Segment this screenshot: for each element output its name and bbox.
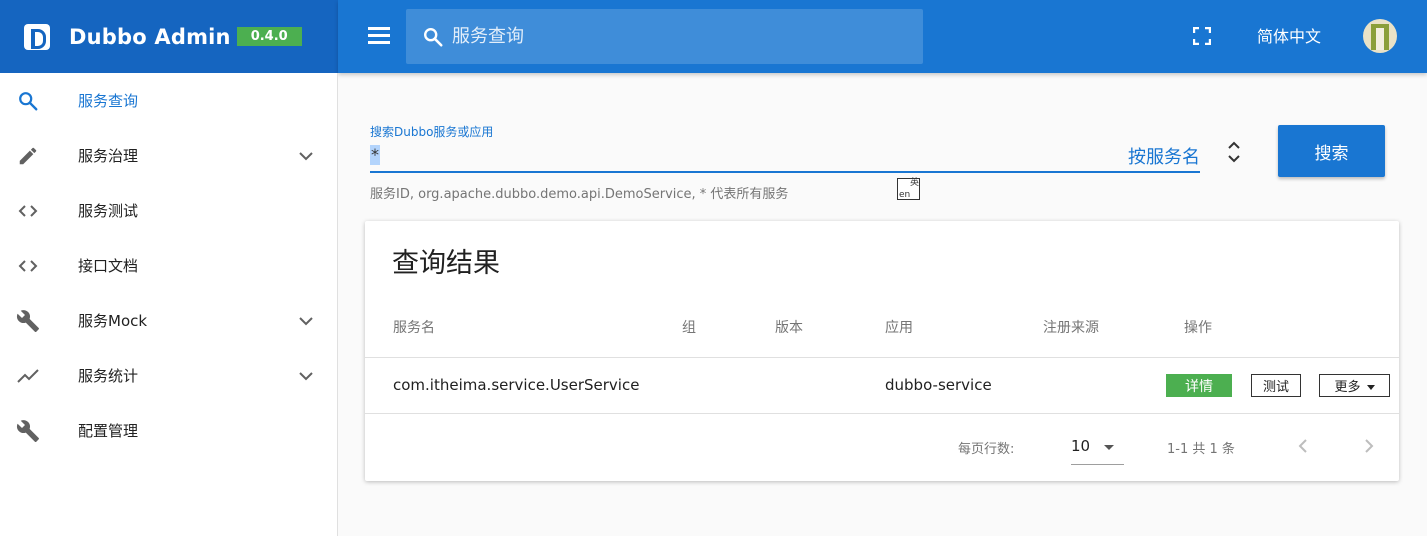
unfold-icon[interactable] bbox=[1226, 139, 1242, 165]
detail-button[interactable]: 详情 bbox=[1166, 374, 1232, 397]
code-icon bbox=[16, 199, 40, 223]
row-divider bbox=[365, 413, 1399, 414]
search-hint: 服务ID, org.apache.dubbo.demo.api.DemoServ… bbox=[370, 187, 789, 202]
column-header-registry-source[interactable]: 注册来源 bbox=[1043, 317, 1099, 337]
rows-per-page-select[interactable]: 10 bbox=[1071, 433, 1124, 465]
test-button[interactable]: 测试 bbox=[1251, 374, 1301, 397]
column-header-service[interactable]: 服务名 bbox=[393, 317, 435, 337]
sidebar-item-service-governance[interactable]: 服务治理 bbox=[0, 128, 337, 183]
language-switcher[interactable]: 简体中文 bbox=[1244, 0, 1334, 73]
version-badge: 0.4.0 bbox=[236, 27, 302, 46]
rows-per-page-label: 每页行数: bbox=[958, 442, 1015, 457]
fullscreen-icon[interactable] bbox=[1192, 26, 1212, 46]
menu-icon[interactable] bbox=[368, 27, 390, 45]
results-title: 查询结果 bbox=[392, 248, 500, 279]
cell-service-name: com.itheima.service.UserService bbox=[393, 376, 640, 394]
search-field-label: 搜索Dubbo服务或应用 bbox=[370, 125, 494, 139]
global-search[interactable] bbox=[406, 9, 923, 64]
search-input-value[interactable]: * bbox=[370, 145, 380, 165]
dubbo-logo-icon[interactable] bbox=[24, 23, 50, 50]
more-button[interactable]: 更多 bbox=[1319, 374, 1390, 397]
cell-application: dubbo-service bbox=[885, 376, 992, 394]
search-icon bbox=[422, 26, 444, 48]
avatar[interactable] bbox=[1363, 19, 1397, 53]
code-icon bbox=[16, 254, 40, 278]
wrench-icon bbox=[16, 309, 40, 333]
search-type-select[interactable]: 按服务名 bbox=[1128, 143, 1200, 169]
dropdown-arrow-icon bbox=[1104, 445, 1114, 450]
search-icon bbox=[16, 89, 40, 113]
sidebar: 服务查询 服务治理 服务测试 接口文档 服务Mock 服务统计 配置管理 bbox=[0, 73, 338, 536]
sidebar-item-service-test[interactable]: 服务测试 bbox=[0, 183, 337, 238]
brand-bar: Dubbo Admin 0.4.0 bbox=[0, 0, 338, 73]
sidebar-item-api-docs[interactable]: 接口文档 bbox=[0, 238, 337, 293]
global-search-input[interactable] bbox=[452, 26, 892, 47]
ime-language-icon[interactable]: 英 en bbox=[897, 178, 920, 200]
sidebar-item-label: 服务统计 bbox=[78, 367, 139, 385]
sidebar-item-label: 服务测试 bbox=[78, 202, 139, 220]
wrench-icon bbox=[16, 419, 40, 443]
chevron-down-icon[interactable] bbox=[297, 312, 315, 330]
service-search-field[interactable]: * 按服务名 bbox=[370, 141, 1200, 173]
search-button[interactable]: 搜索 bbox=[1278, 125, 1385, 177]
sidebar-item-label: 服务治理 bbox=[78, 147, 139, 165]
column-header-actions: 操作 bbox=[1184, 320, 1212, 336]
sidebar-item-label: 配置管理 bbox=[78, 422, 139, 440]
pagination-range: 1-1 共 1 条 bbox=[1167, 442, 1235, 457]
chevron-down-icon[interactable] bbox=[297, 147, 315, 165]
chevron-right-icon[interactable] bbox=[1360, 435, 1378, 457]
sidebar-item-config-management[interactable]: 配置管理 bbox=[0, 403, 337, 458]
chevron-down-icon[interactable] bbox=[297, 367, 315, 385]
chevron-left-icon[interactable] bbox=[1294, 435, 1312, 457]
sidebar-item-label: 接口文档 bbox=[78, 257, 139, 275]
column-header-group[interactable]: 组 bbox=[682, 317, 696, 337]
sidebar-item-service-mock[interactable]: 服务Mock bbox=[0, 293, 337, 348]
header-divider bbox=[365, 357, 1399, 358]
pencil-icon bbox=[16, 144, 40, 168]
caret-down-icon bbox=[1366, 385, 1375, 390]
sidebar-item-service-stats[interactable]: 服务统计 bbox=[0, 348, 337, 403]
sidebar-item-label: 服务Mock bbox=[78, 312, 148, 330]
trending-icon bbox=[16, 364, 40, 388]
sidebar-item-service-query[interactable]: 服务查询 bbox=[0, 73, 337, 128]
top-app-bar: 简体中文 bbox=[338, 0, 1427, 73]
column-header-application[interactable]: 应用 bbox=[885, 317, 913, 337]
app-title[interactable]: Dubbo Admin bbox=[69, 25, 231, 49]
results-card: 查询结果 服务名 组 版本 应用 注册来源 操作 com.itheima.ser… bbox=[365, 221, 1399, 481]
column-header-version[interactable]: 版本 bbox=[775, 317, 803, 337]
sidebar-item-label: 服务查询 bbox=[78, 92, 139, 110]
